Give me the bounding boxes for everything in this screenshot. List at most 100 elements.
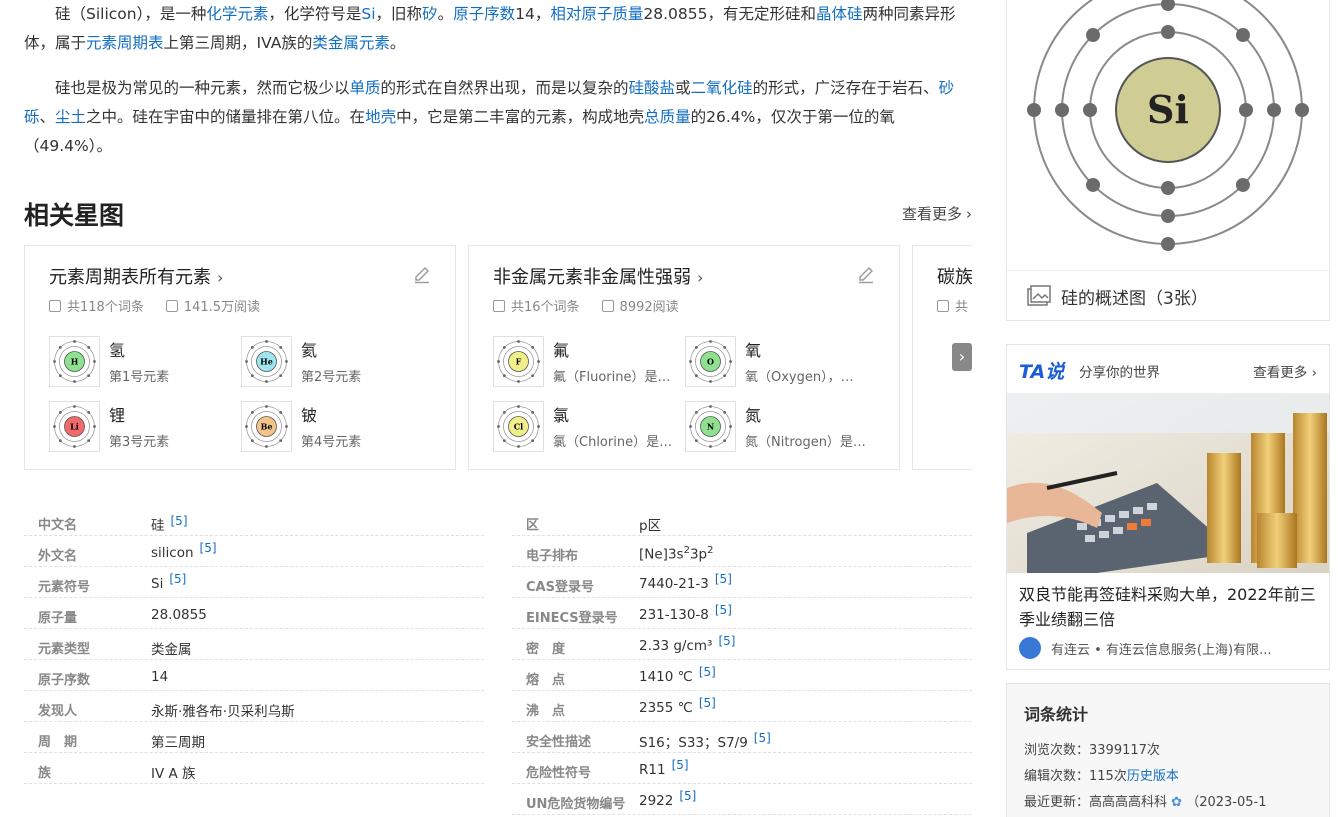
reference-link[interactable]: [5] [679, 789, 696, 803]
section-more-link[interactable]: 查看更多 › [902, 203, 972, 224]
read-count: 141.5万阅读 [183, 300, 261, 315]
ta-more-link[interactable]: 查看更多 › [1253, 361, 1317, 381]
info-value-text: 第三周期 [151, 735, 205, 751]
inline-link[interactable]: 元素周期表 [86, 34, 164, 52]
element-atom-icon: Cl [497, 405, 540, 448]
inline-link[interactable]: 原子序数 [453, 5, 515, 23]
element-item[interactable]: H 氢第1号元素 [49, 336, 239, 388]
element-item[interactable]: O 氧氧（Oxygen），… [685, 336, 875, 388]
element-item[interactable]: Be 铍第4号元素 [241, 401, 431, 453]
info-value-text: 永斯·雅各布·贝采利乌斯 [151, 704, 295, 720]
updated-label: 最近更新： [1024, 795, 1090, 810]
card-nonmetal[interactable]: 非金属元素非金属性强弱 › 共16个词条 8992阅读 F 氟氟（Fluorine）是… O… [468, 245, 900, 470]
info-row: 元素类型 类金属 [24, 629, 484, 660]
element-name: 铍 [301, 406, 318, 425]
inline-link[interactable]: 尘土 [55, 108, 86, 126]
electron [1161, 0, 1175, 11]
card-periodic-table[interactable]: 元素周期表所有元素 › 共118个词条 141.5万阅读 H 氢第1号元素 He 氦第2号元素… [24, 245, 456, 470]
inline-link[interactable]: 单质 [350, 79, 381, 97]
element-item[interactable]: Li 锂第3号元素 [49, 401, 239, 453]
element-atom-icon: F [497, 340, 540, 383]
inline-link[interactable]: 晶体硅 [816, 5, 863, 23]
reference-link[interactable]: [5] [672, 758, 689, 772]
edit-icon[interactable] [413, 266, 431, 284]
electron [1055, 103, 1069, 117]
inline-link[interactable]: 相对原子质量 [550, 5, 643, 23]
inline-link[interactable]: Si [361, 5, 375, 23]
reference-link[interactable]: [5] [715, 572, 732, 586]
inline-link[interactable]: 类金属元素 [312, 34, 390, 52]
edit-icon[interactable] [857, 266, 875, 284]
paragraph-text: 硅（Silicon），是一种 [55, 5, 207, 23]
updater-name[interactable]: 高高高高科科 [1089, 795, 1167, 810]
element-atom-icon: Be [245, 405, 288, 448]
reference-link[interactable]: [5] [699, 665, 716, 679]
card-title[interactable]: 元素周期表所有元素 › [49, 263, 223, 289]
inline-link[interactable]: 总质量 [644, 108, 691, 126]
ta-headline[interactable]: 双良节能再签硅料采购大单，2022年前三季业绩翻三倍 [1019, 582, 1319, 632]
updated-date: （2023-05-1 [1186, 795, 1267, 810]
ta-news-image[interactable] [1007, 393, 1329, 573]
info-key: 原子序数 [38, 673, 91, 688]
inline-link[interactable]: 硅酸盐 [629, 79, 676, 97]
reference-link[interactable]: [5] [754, 731, 771, 745]
info-key: 发现人 [38, 704, 78, 719]
element-atom-icon: H [53, 340, 96, 383]
card-title[interactable]: 碳族 [937, 263, 972, 289]
inline-link[interactable]: 化学元素 [206, 5, 268, 23]
cards-next-button[interactable]: › [952, 343, 972, 371]
history-link[interactable]: 历史版本 [1127, 769, 1179, 784]
electron [1161, 237, 1175, 251]
paragraph-text: 硅也是极为常见的一种元素，然而它极少以 [55, 79, 350, 97]
entries-icon [937, 299, 949, 312]
reference-link[interactable]: [5] [169, 572, 186, 586]
atom-caption[interactable]: 硅的概述图（3张） [1007, 270, 1329, 320]
element-item[interactable]: Cl 氯氯（Chlorine）是… [493, 401, 683, 453]
element-item[interactable]: He 氦第2号元素 [241, 336, 431, 388]
element-name: 氟 [553, 341, 570, 360]
reference-link[interactable]: [5] [699, 696, 716, 710]
info-key: 元素符号 [38, 580, 91, 595]
svg-text:H: H [71, 357, 79, 367]
info-row: 熔 点 1410 ℃ [5] [512, 660, 972, 691]
card-meta: 共16个词条 8992阅读 [493, 296, 679, 315]
entries-count: 共 [955, 300, 969, 315]
paragraph-text: ，化学符号是 [268, 5, 362, 23]
info-value-text: p区 [639, 518, 662, 534]
info-value-text: 硅 [151, 518, 165, 534]
element-desc: 第2号元素 [301, 370, 362, 385]
ta-source-text: 有连云 • 有连云信息服务(上海)有限... [1051, 642, 1272, 658]
electron [1235, 28, 1250, 43]
element-item[interactable]: F 氟氟（Fluorine）是… [493, 336, 683, 388]
reference-link[interactable]: [5] [200, 541, 217, 555]
superscript: 2 [707, 545, 714, 556]
element-thumb: F [493, 336, 544, 387]
inline-link[interactable]: 矽 [422, 5, 438, 23]
element-desc: 氟（Fluorine）是… [553, 370, 671, 385]
stats-views: 浏览次数：3399117次 [1024, 739, 1160, 758]
section-title: 相关星图 [24, 201, 125, 230]
ta-logo: TA说 [1019, 361, 1065, 383]
element-item[interactable]: N 氮氮（Nitrogen）是… [685, 401, 875, 453]
intro-paragraph-1: 硅（Silicon），是一种化学元素，化学符号是Si，旧称矽。原子序数14，相对… [24, 0, 972, 58]
inline-link[interactable]: 地壳 [365, 108, 396, 126]
info-value: p区 [639, 514, 661, 534]
info-value: 231-130-8 [5] [639, 603, 732, 623]
card-title[interactable]: 非金属元素非金属性强弱 › [493, 263, 703, 289]
info-value: 7440-21-3 [5] [639, 572, 732, 592]
inline-link[interactable]: 二氧化硅 [691, 79, 753, 97]
info-value: 2355 ℃ [5] [639, 696, 716, 716]
gallery-icon [1027, 285, 1051, 306]
info-row: 危险性符号 R11 [5] [512, 753, 972, 784]
info-row: UN危险货物编号 2922 [5] [512, 784, 972, 815]
ta-more-label: 查看更多 [1253, 365, 1308, 381]
reference-link[interactable]: [5] [171, 514, 188, 528]
electron [1086, 177, 1101, 192]
reference-link[interactable]: [5] [715, 603, 732, 617]
ta-source[interactable]: 有连云 • 有连云信息服务(上海)有限... [1019, 637, 1319, 659]
info-row: 安全性描述 S16；S33；S7/9 [5] [512, 722, 972, 753]
info-row: 外文名 silicon [5] [24, 536, 484, 567]
svg-text:Li: Li [70, 422, 79, 432]
reference-link[interactable]: [5] [718, 634, 735, 648]
atom-diagram-box[interactable]: Si 硅的概述图（3张） [1006, 0, 1330, 321]
